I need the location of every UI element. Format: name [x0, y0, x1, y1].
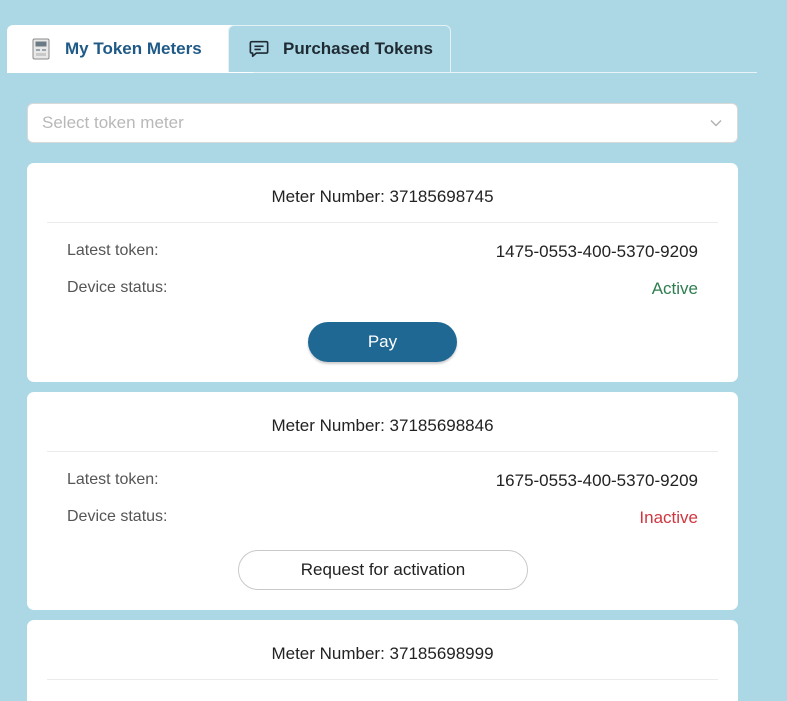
request-activation-button[interactable]: Request for activation [238, 550, 528, 590]
meter-number: Meter Number: 37185698999 [271, 644, 494, 663]
latest-token-value: 1675-0553-400-5370-9209 [495, 471, 698, 490]
select-placeholder: Select token meter [42, 113, 184, 132]
tab-bar: My Token Meters Purchased Tokens [7, 25, 757, 73]
chat-icon [249, 39, 269, 59]
latest-token-value: 1475-0553-400-5370-9209 [495, 242, 698, 261]
latest-token-label: Latest token: [67, 242, 159, 259]
latest-token-label: Latest token: [67, 471, 159, 488]
chevron-down-icon [709, 115, 723, 135]
tab-purchased-tokens[interactable]: Purchased Tokens [228, 25, 451, 72]
meter-number: Meter Number: 37185698745 [271, 187, 494, 206]
divider [47, 679, 718, 680]
device-status-value: Active [651, 279, 698, 298]
meter-number: Meter Number: 37185698846 [271, 416, 494, 435]
meter-select[interactable]: Select token meter [27, 103, 738, 143]
meter-card: Meter Number: 37185698999 [27, 620, 738, 701]
pay-button[interactable]: Pay [308, 322, 457, 362]
device-status-label: Device status: [67, 508, 168, 525]
meter-card: Meter Number: 37185698846 Latest token: … [27, 392, 738, 610]
divider [47, 451, 718, 452]
tab-label: My Token Meters [65, 39, 202, 58]
device-status-value: Inactive [639, 508, 698, 527]
meter-icon [31, 38, 51, 60]
meter-card: Meter Number: 37185698745 Latest token: … [27, 163, 738, 382]
divider [47, 222, 718, 223]
device-status-label: Device status: [67, 279, 168, 296]
tab-my-token-meters[interactable]: My Token Meters [7, 25, 253, 73]
tab-label: Purchased Tokens [283, 39, 433, 58]
